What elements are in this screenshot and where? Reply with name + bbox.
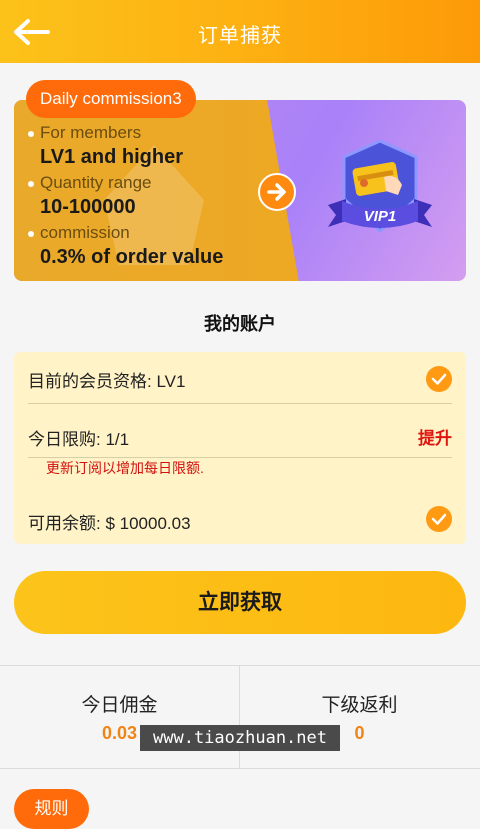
bullet-icon (28, 181, 34, 187)
sub-rebate-label: 下级返利 (321, 695, 398, 716)
sub-rebate-cell: 下级返利 0 (240, 666, 479, 768)
upgrade-hint: 更新订阅以增加每日限额. (46, 460, 204, 476)
promo-item: Quantity range 10-100000 (28, 172, 268, 222)
balance-text: 可用余额: $ 10000.03 (28, 514, 191, 533)
check-circle-icon (426, 506, 452, 532)
bullet-icon (28, 131, 34, 137)
divider (28, 403, 452, 404)
stats-panel: 今日佣金 0.03 下级返利 0 (0, 665, 480, 769)
bullet-icon (28, 231, 34, 237)
today-commission-label: 今日佣金 (81, 695, 158, 716)
account-card: 目前的会员资格: LV1 今日限购: 1/1 提升 更新订阅以增加每日限额. 可… (14, 352, 466, 544)
upgrade-link[interactable]: 提升 (418, 424, 452, 449)
promo-label: Quantity range (40, 173, 152, 192)
promo-item: For members LV1 and higher (28, 122, 268, 172)
promo-label: For members (40, 123, 142, 142)
daily-limit-text: 今日限购: 1/1 (28, 430, 130, 449)
promo-value: 0.3% of order value (40, 246, 224, 268)
commission-tag: Daily commission3 (26, 80, 196, 118)
page-title: 订单捕获 (198, 25, 282, 47)
vip-card-badge-icon: VIP1 (328, 139, 432, 234)
grab-now-button[interactable]: 立即获取 (14, 571, 466, 634)
site-watermark: www.tiaozhuan.net (140, 725, 340, 751)
vip-label: VIP1 (364, 208, 397, 225)
promo-value: LV1 and higher (40, 146, 183, 168)
arrow-right-icon[interactable] (258, 173, 296, 211)
account-title: 我的账户 (204, 314, 276, 334)
rules-button[interactable]: 规则 (14, 789, 89, 829)
promo-item: commission 0.3% of order value (28, 222, 268, 272)
promo-details: For members LV1 and higher Quantity rang… (28, 122, 268, 272)
promo-label: commission (40, 223, 130, 242)
check-circle-icon (426, 366, 452, 392)
today-commission-cell: 今日佣金 0.03 (0, 666, 239, 768)
membership-text: 目前的会员资格: LV1 (28, 372, 186, 391)
top-bar: 订单捕获 (0, 0, 480, 63)
promo-value: 10-100000 (40, 196, 136, 218)
